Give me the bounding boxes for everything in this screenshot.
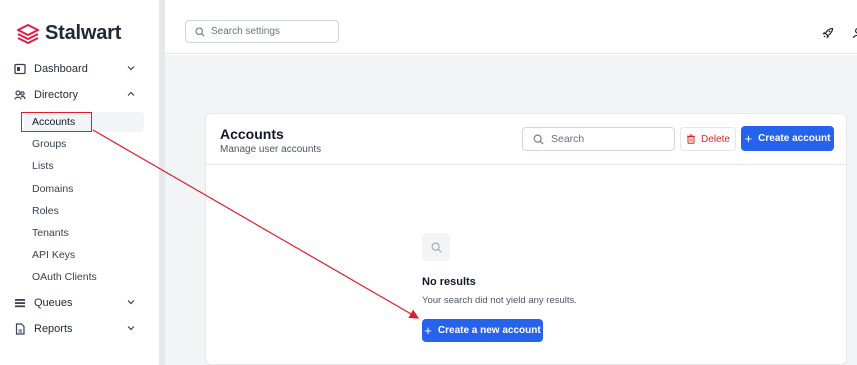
create-new-account-label: Create a new account bbox=[437, 325, 541, 336]
empty-state-description: Your search did not yield any results. bbox=[422, 295, 577, 306]
accounts-search-input[interactable]: Search bbox=[522, 127, 675, 151]
sidebar: Stalwart Dashboard Directory Accounts Gr… bbox=[0, 0, 160, 365]
create-account-label: Create account bbox=[758, 133, 831, 144]
empty-state-title: No results bbox=[422, 276, 476, 288]
annotation-highlight-box bbox=[21, 112, 92, 132]
sidebar-subitem-label: Tenants bbox=[32, 227, 69, 239]
search-icon bbox=[431, 242, 442, 253]
plus-icon: + bbox=[744, 130, 753, 146]
sidebar-item-reports[interactable]: Reports bbox=[14, 318, 150, 340]
chevron-down-icon bbox=[127, 66, 135, 71]
sidebar-item-dashboard[interactable]: Dashboard bbox=[14, 58, 150, 80]
trash-icon bbox=[687, 134, 696, 144]
sidebar-subitem-api-keys[interactable]: API Keys bbox=[32, 245, 144, 265]
sidebar-subitem-label: Groups bbox=[32, 138, 67, 150]
page-subtitle: Manage user accounts bbox=[220, 144, 322, 155]
sidebar-item-label: Directory bbox=[34, 89, 79, 101]
card-header: Accounts Manage user accounts Search Del… bbox=[206, 114, 846, 165]
page-title: Accounts bbox=[220, 126, 284, 142]
directory-icon bbox=[14, 89, 26, 101]
sidebar-subitem-label: Lists bbox=[32, 160, 54, 172]
logo-text: Stalwart bbox=[45, 22, 122, 44]
sidebar-subitem-label: Roles bbox=[32, 205, 59, 217]
settings-search-input[interactable]: Search settings bbox=[185, 20, 339, 43]
delete-label: Delete bbox=[701, 133, 730, 145]
chevron-down-icon bbox=[127, 300, 135, 305]
rocket-icon[interactable] bbox=[822, 27, 834, 39]
sidebar-item-queues[interactable]: Queues bbox=[14, 292, 150, 314]
search-icon bbox=[533, 134, 544, 145]
search-icon bbox=[195, 26, 205, 37]
chevron-up-icon bbox=[127, 91, 135, 96]
sidebar-item-label: Dashboard bbox=[34, 63, 88, 75]
sidebar-subitem-oauth-clients[interactable]: OAuth Clients bbox=[32, 267, 144, 287]
sidebar-subitem-domains[interactable]: Domains bbox=[32, 179, 144, 199]
sidebar-subitem-tenants[interactable]: Tenants bbox=[32, 223, 144, 243]
sidebar-item-label: Queues bbox=[34, 297, 73, 309]
reports-icon bbox=[14, 323, 26, 335]
dashboard-icon bbox=[14, 63, 26, 75]
sidebar-subitem-label: Domains bbox=[32, 183, 74, 195]
topbar: Search settings bbox=[165, 0, 857, 54]
delete-button[interactable]: Delete bbox=[680, 127, 736, 151]
sidebar-subitem-roles[interactable]: Roles bbox=[32, 201, 144, 221]
accounts-search-placeholder: Search bbox=[551, 133, 585, 145]
logo[interactable]: Stalwart bbox=[17, 22, 121, 45]
sidebar-subitem-label: OAuth Clients bbox=[32, 271, 97, 283]
sidebar-subitem-label: API Keys bbox=[32, 249, 76, 261]
empty-state-icon bbox=[422, 233, 450, 261]
stalwart-logo-icon bbox=[17, 23, 39, 44]
sidebar-subitem-lists[interactable]: Lists bbox=[32, 156, 144, 176]
queues-icon bbox=[14, 297, 26, 309]
sidebar-item-label: Reports bbox=[34, 323, 73, 335]
plus-icon: + bbox=[424, 322, 432, 338]
chevron-down-icon bbox=[127, 326, 135, 331]
create-new-account-button[interactable]: + Create a new account bbox=[422, 319, 543, 342]
settings-search-placeholder: Search settings bbox=[211, 26, 280, 37]
sidebar-item-directory[interactable]: Directory bbox=[14, 84, 150, 106]
user-icon[interactable] bbox=[852, 27, 857, 39]
create-account-button[interactable]: + Create account bbox=[741, 126, 834, 151]
sidebar-subitem-groups[interactable]: Groups bbox=[32, 134, 144, 154]
